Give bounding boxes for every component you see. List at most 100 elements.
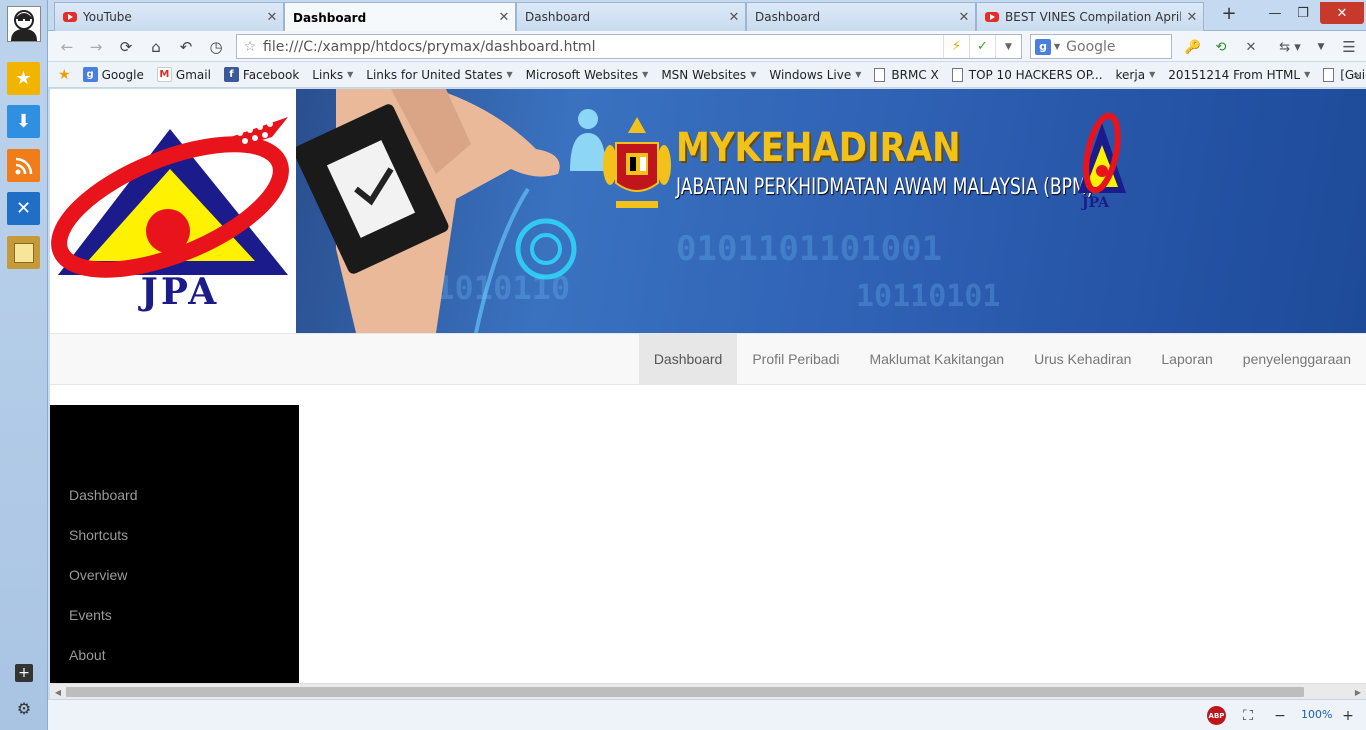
extensions-icon[interactable]: ⇆ ▾ bbox=[1270, 36, 1310, 58]
tab-dashboard-active[interactable]: Dashboard ✕ bbox=[284, 2, 516, 32]
tab-bar: YouTube ✕ Dashboard ✕ Dashboard ✕ Dashbo… bbox=[48, 0, 1366, 32]
favorites-star-icon[interactable]: ★ bbox=[7, 62, 40, 95]
zoom-in-icon[interactable]: + bbox=[1338, 706, 1358, 726]
home-icon[interactable]: ⌂ bbox=[145, 36, 167, 58]
search-box[interactable]: g ▼ bbox=[1030, 34, 1172, 59]
add-panel-icon[interactable]: + bbox=[15, 664, 33, 682]
tab-dashboard-2[interactable]: Dashboard ✕ bbox=[516, 2, 746, 31]
nav-penyelenggaraan[interactable]: penyelenggaraan bbox=[1228, 334, 1366, 384]
bookmarks-overflow-icon[interactable]: » bbox=[1353, 68, 1360, 82]
chevron-down-icon: ▼ bbox=[347, 70, 354, 79]
bookmark-folder-kerja[interactable]: kerja ▼ bbox=[1116, 68, 1156, 82]
banner-badge-text: JPA bbox=[1082, 195, 1109, 211]
tools-icon[interactable]: ✕ bbox=[7, 192, 40, 225]
forward-arrow-icon[interactable]: → bbox=[85, 36, 107, 58]
facebook-icon: f bbox=[223, 67, 239, 82]
minimize-icon[interactable]: — bbox=[1262, 2, 1288, 24]
navigation-bar: ← → ⟳ ⌂ ↶ ◷ ☆ file:///C:/xampp/htdocs/pr… bbox=[48, 31, 1366, 62]
scrollbar-thumb[interactable] bbox=[66, 687, 1304, 697]
close-tab-icon[interactable]: ✕ bbox=[1181, 10, 1203, 25]
search-input[interactable] bbox=[1066, 38, 1157, 55]
nav-urus-kehadiran[interactable]: Urus Kehadiran bbox=[1019, 334, 1146, 384]
nav-profil-peribadi[interactable]: Profil Peribadi bbox=[737, 334, 854, 384]
browser-sidebar: ★ ⬇ ✕ + ⚙ bbox=[0, 0, 48, 730]
page-icon bbox=[874, 67, 886, 82]
chevron-down-icon: ▼ bbox=[1149, 70, 1156, 79]
zoom-level[interactable]: 100% bbox=[1301, 708, 1332, 721]
tab-youtube[interactable]: YouTube ✕ bbox=[54, 2, 284, 31]
close-tab-icon[interactable]: ✕ bbox=[953, 10, 975, 25]
page-content: JPA 0101101101001 10110101 01010110 MYKE… bbox=[50, 89, 1366, 683]
tab-dashboard-3[interactable]: Dashboard ✕ bbox=[746, 2, 976, 31]
gmail-icon: M bbox=[156, 67, 172, 82]
bookmark-google[interactable]: g Google bbox=[82, 67, 144, 82]
scroll-left-icon[interactable]: ◀ bbox=[50, 684, 66, 700]
reload-icon[interactable]: ⟳ bbox=[115, 36, 137, 58]
status-bar: ABP ⛶ − 100% + bbox=[48, 699, 1366, 730]
close-tab-icon[interactable]: ✕ bbox=[493, 10, 515, 25]
search-engine-dropdown-icon[interactable]: ▼ bbox=[1054, 42, 1060, 51]
url-text[interactable]: file:///C:/xampp/htdocs/prymax/dashboard… bbox=[263, 39, 943, 55]
profile-avatar[interactable] bbox=[7, 6, 41, 42]
address-bar[interactable]: ☆ file:///C:/xampp/htdocs/prymax/dashboa… bbox=[236, 34, 1022, 59]
notes-icon[interactable] bbox=[7, 236, 40, 269]
lightning-icon[interactable]: ⚡ bbox=[943, 35, 969, 58]
bookmark-folder-links[interactable]: Links ▼ bbox=[312, 68, 353, 82]
chevron-down-icon: ▼ bbox=[1304, 70, 1311, 79]
undo-close-icon[interactable]: ↶ bbox=[175, 36, 197, 58]
bookmark-folder-20151214[interactable]: 20151214 From HTML ▼ bbox=[1168, 68, 1310, 82]
coat-of-arms-icon bbox=[603, 117, 671, 208]
nav-laporan[interactable]: Laporan bbox=[1146, 334, 1227, 384]
chevron-down-icon: ▼ bbox=[642, 70, 649, 79]
settings-gear-icon[interactable]: ⚙ bbox=[15, 699, 33, 718]
bookmark-folder-windows-live[interactable]: Windows Live ▼ bbox=[769, 68, 861, 82]
adblock-icon[interactable]: ABP bbox=[1207, 706, 1226, 725]
bookmark-gmail[interactable]: M Gmail bbox=[156, 67, 211, 82]
hamburger-menu-icon[interactable]: ☰ bbox=[1338, 36, 1360, 58]
plugin-icon[interactable]: ✓ bbox=[969, 35, 995, 58]
tab-best-vines[interactable]: BEST VINES Compilation April 2... ✕ bbox=[976, 2, 1204, 31]
side-menu-events[interactable]: Events bbox=[50, 595, 299, 635]
side-menu-shortcuts[interactable]: Shortcuts bbox=[50, 515, 299, 555]
close-tab-icon[interactable]: ✕ bbox=[261, 10, 283, 25]
close-tab-icon[interactable]: ✕ bbox=[723, 10, 745, 25]
new-tab-plus-icon[interactable]: + bbox=[1218, 4, 1240, 26]
key-icon[interactable]: 🔑 bbox=[1182, 36, 1204, 58]
site-navbar: Dashboard Profil Peribadi Maklumat Kakit… bbox=[50, 333, 1366, 385]
bookmark-folder-microsoft[interactable]: Microsoft Websites ▼ bbox=[526, 68, 649, 82]
binary-decoration: 10110101 bbox=[856, 279, 1001, 314]
restore-icon[interactable]: ❐ bbox=[1290, 2, 1316, 24]
url-dropdown-icon[interactable]: ▼ bbox=[995, 35, 1021, 58]
youtube-icon bbox=[985, 12, 999, 22]
horizontal-scrollbar[interactable]: ◀ ▶ bbox=[50, 683, 1366, 699]
nav-maklumat-kakitangan[interactable]: Maklumat Kakitangan bbox=[854, 334, 1019, 384]
menu-dropdown-icon[interactable]: ▼ bbox=[1310, 36, 1332, 58]
fullscreen-icon[interactable]: ⛶ bbox=[1238, 706, 1258, 726]
header-banner: 0101101101001 10110101 01010110 MYKEHADI… bbox=[296, 89, 1366, 333]
user-agent-icon[interactable]: ⟲ bbox=[1210, 36, 1232, 58]
window-close-icon[interactable]: ✕ bbox=[1320, 2, 1364, 24]
bookmark-brmc[interactable]: BRMC X bbox=[874, 67, 939, 82]
side-menu-dashboard[interactable]: Dashboard bbox=[50, 475, 299, 515]
nav-dashboard[interactable]: Dashboard bbox=[638, 334, 738, 384]
zoom-out-icon[interactable]: − bbox=[1270, 706, 1290, 726]
bookmark-top-hackers[interactable]: TOP 10 HACKERS OP... bbox=[951, 67, 1103, 82]
wrench-icon[interactable]: ✕ bbox=[1240, 36, 1262, 58]
bookmark-folder-msn[interactable]: MSN Websites ▼ bbox=[661, 68, 756, 82]
scroll-right-icon[interactable]: ▶ bbox=[1350, 684, 1366, 700]
bookmarks-star-icon[interactable]: ★ bbox=[58, 67, 71, 83]
bookmark-facebook[interactable]: f Facebook bbox=[223, 67, 299, 82]
page-icon bbox=[1323, 67, 1335, 82]
history-clock-icon[interactable]: ◷ bbox=[205, 36, 227, 58]
side-menu-about[interactable]: About bbox=[50, 635, 299, 675]
back-arrow-icon[interactable]: ← bbox=[56, 36, 78, 58]
downloads-icon[interactable]: ⬇ bbox=[7, 105, 40, 138]
chevron-down-icon: ▼ bbox=[750, 70, 757, 79]
side-menu-overview[interactable]: Overview bbox=[50, 555, 299, 595]
chevron-down-icon: ▼ bbox=[506, 70, 513, 79]
bookmark-folder-links-us[interactable]: Links for United States ▼ bbox=[366, 68, 512, 82]
rss-feed-icon[interactable] bbox=[7, 149, 40, 182]
bookmark-star-icon[interactable]: ☆ bbox=[237, 39, 263, 55]
binary-decoration: 0101101101001 bbox=[676, 229, 943, 269]
youtube-icon bbox=[63, 12, 77, 22]
